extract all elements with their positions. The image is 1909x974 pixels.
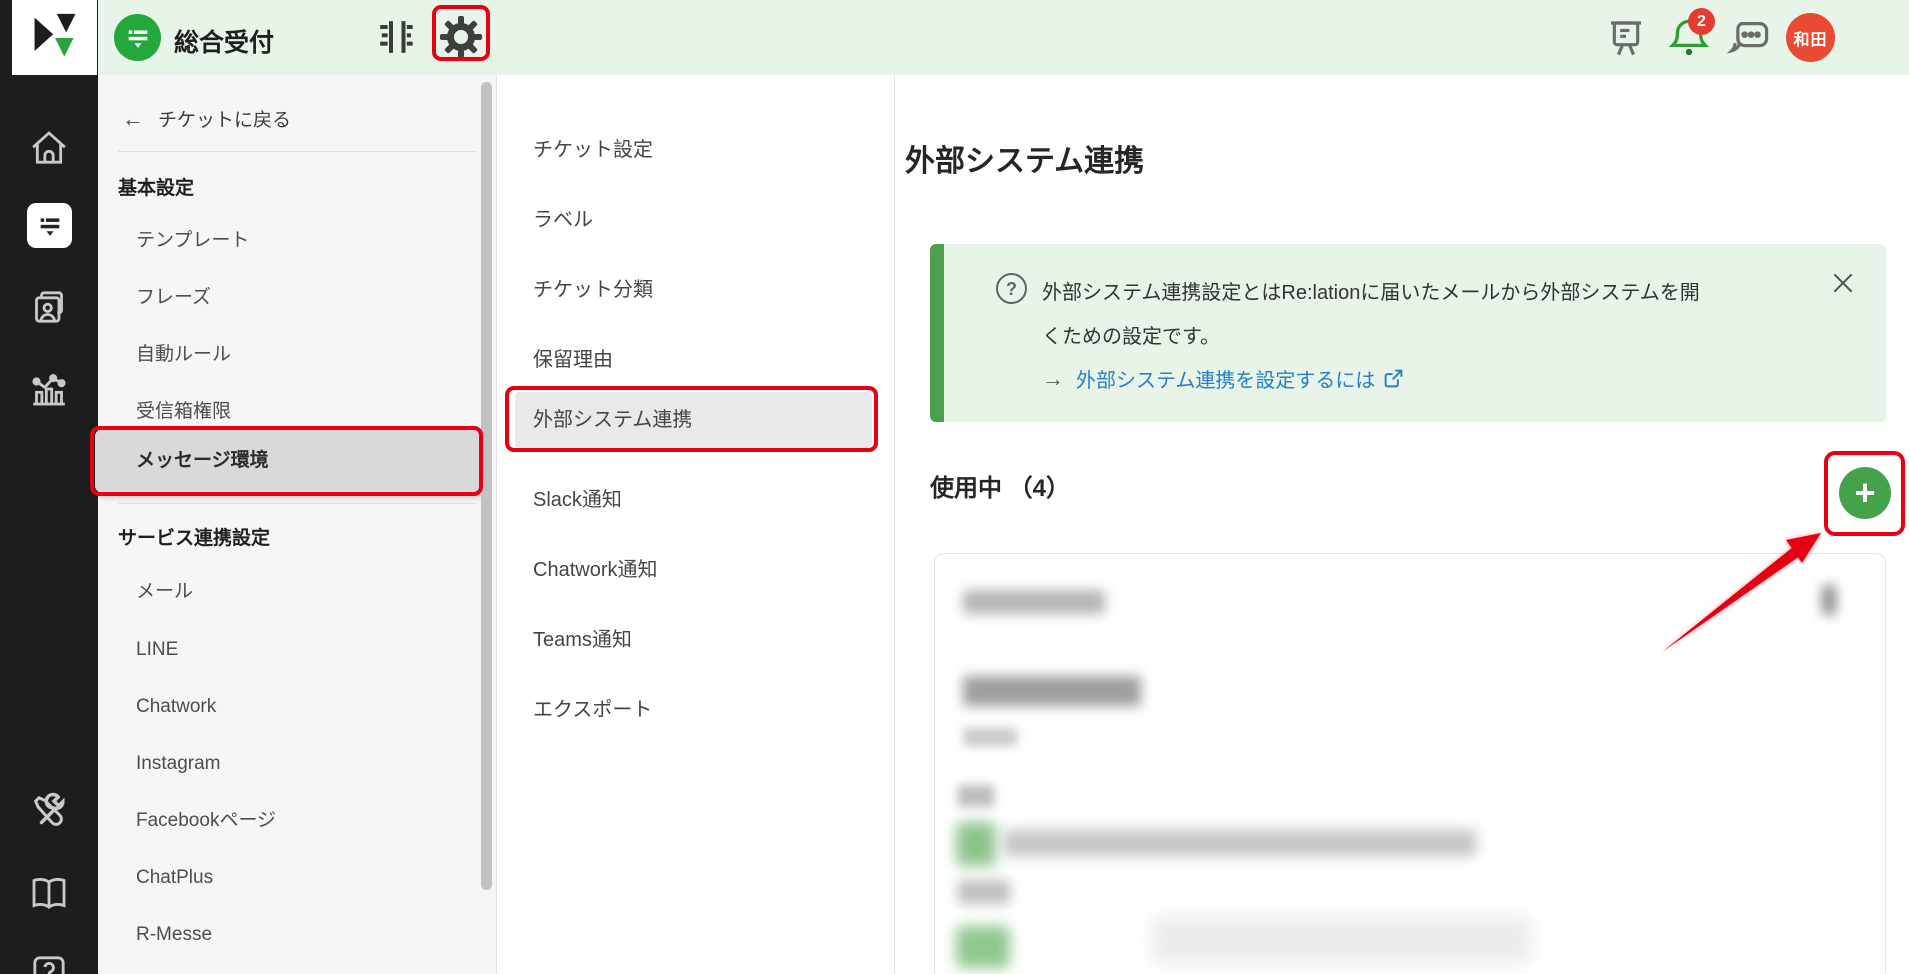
redacted-field-value [1004, 830, 1476, 856]
nav-item-mail[interactable]: メール [136, 579, 193, 605]
help-icon[interactable] [29, 952, 69, 974]
redacted-card-caption [963, 728, 1017, 746]
external-setup-link[interactable]: 外部システム連携を設定するには [1076, 364, 1404, 393]
nav-item-facebook[interactable]: Facebookページ [136, 808, 276, 834]
redacted-card-title [963, 590, 1105, 614]
info-text-line1: 外部システム連携設定とはRe:lationに届いたメールから外部システムを開 [1042, 276, 1700, 305]
redacted-field-label [958, 785, 994, 807]
chat-list-icon [124, 24, 152, 52]
nav-item-rmesse[interactable]: R-Messe [136, 922, 212, 948]
notification-badge: 2 [1688, 8, 1715, 35]
close-icon[interactable] [1830, 270, 1856, 296]
redacted-row [1152, 916, 1532, 964]
relation-logo-icon [29, 12, 81, 64]
menu-item-hold-reason[interactable]: 保留理由 [533, 346, 613, 374]
in-use-section-header: 使用中 （4） [930, 468, 1070, 503]
contacts-icon[interactable] [29, 287, 69, 327]
info-text-line2: くための設定です。 [1042, 320, 1220, 349]
feedback-chat-icon[interactable] [1726, 16, 1770, 60]
menu-item-ticket-class[interactable]: チケット分類 [533, 276, 653, 304]
redacted-status-chip [956, 926, 1010, 968]
relation-logo[interactable] [12, 0, 97, 75]
nav-item-phrase[interactable]: フレーズ [136, 285, 211, 311]
add-integration-button[interactable]: + [1839, 467, 1891, 519]
back-to-tickets-label: チケットに戻る [158, 105, 291, 132]
manual-book-icon[interactable] [29, 873, 69, 913]
page-title: 外部システム連携 [905, 136, 1144, 180]
app-window: 総合受付 [0, 0, 1909, 974]
integration-card[interactable] [934, 553, 1886, 974]
nav-section-service-title: サービス連携設定 [118, 523, 270, 550]
link-arrow: → [1042, 366, 1064, 392]
analytics-icon[interactable] [29, 369, 69, 409]
menu-item-chatwork-notify[interactable]: Chatwork通知 [533, 556, 657, 584]
nav-scrollbar-thumb[interactable] [481, 82, 492, 890]
settings-menu-panel: チケット設定 ラベル チケット分類 保留理由 外部システム連携 Slack通知 … [497, 75, 895, 974]
tools-icon[interactable] [29, 792, 69, 832]
settings-nav-panel: ← チケットに戻る 基本設定 テンプレート フレーズ 自動ルール 受信箱権限 メ… [98, 75, 497, 974]
redacted-status-chip [956, 822, 996, 866]
home-icon[interactable] [29, 128, 69, 168]
menu-item-label[interactable]: ラベル [533, 206, 593, 234]
nav-item-template[interactable]: テンプレート [136, 228, 249, 254]
nav-item-line[interactable]: LINE [136, 637, 178, 663]
menu-item-ticket-settings[interactable]: チケット設定 [533, 136, 653, 164]
menu-item-slack[interactable]: Slack通知 [533, 486, 622, 514]
announcement-board-icon[interactable] [1606, 16, 1646, 60]
nav-item-chatplus[interactable]: ChatPlus [136, 865, 213, 891]
nav-item-auto-rule[interactable]: 自動ルール [136, 342, 231, 368]
ticket-sort-icon[interactable] [376, 16, 416, 58]
nav-item-chatwork[interactable]: Chatwork [136, 694, 216, 720]
back-to-tickets-link[interactable]: ← チケットに戻る [122, 105, 291, 132]
tickets-nav-icon-active[interactable] [27, 203, 72, 248]
card-more-icon[interactable] [1822, 584, 1836, 616]
external-setup-link-label: 外部システム連携を設定するには [1076, 364, 1375, 393]
user-avatar[interactable]: 和田 [1786, 13, 1835, 62]
menu-item-external-system[interactable]: 外部システム連携 [533, 406, 692, 434]
back-arrow-icon: ← [122, 106, 144, 132]
workspace-title: 総合受付 [174, 23, 274, 59]
workspace-icon[interactable] [114, 14, 161, 61]
nav-item-inbox-permission[interactable]: 受信箱権限 [136, 399, 231, 425]
info-banner: ? 外部システム連携設定とはRe:lationに届いたメールから外部システムを開… [930, 244, 1886, 422]
nav-section-basic-title: 基本設定 [118, 173, 194, 200]
nav-divider [118, 503, 476, 504]
nav-item-message-env[interactable]: メッセージ環境 [136, 448, 269, 474]
chat-list-icon [36, 212, 64, 240]
redacted-card-subtitle [963, 676, 1141, 706]
info-banner-accent [930, 244, 944, 422]
external-link-icon [1383, 368, 1404, 389]
question-circle-icon: ? [996, 273, 1027, 304]
menu-item-teams[interactable]: Teams通知 [533, 626, 632, 654]
nav-divider [118, 151, 476, 152]
nav-item-instagram[interactable]: Instagram [136, 751, 220, 777]
settings-gear-icon[interactable] [439, 15, 483, 59]
redacted-field-label [958, 880, 1010, 904]
menu-item-export[interactable]: エクスポート [533, 696, 652, 724]
